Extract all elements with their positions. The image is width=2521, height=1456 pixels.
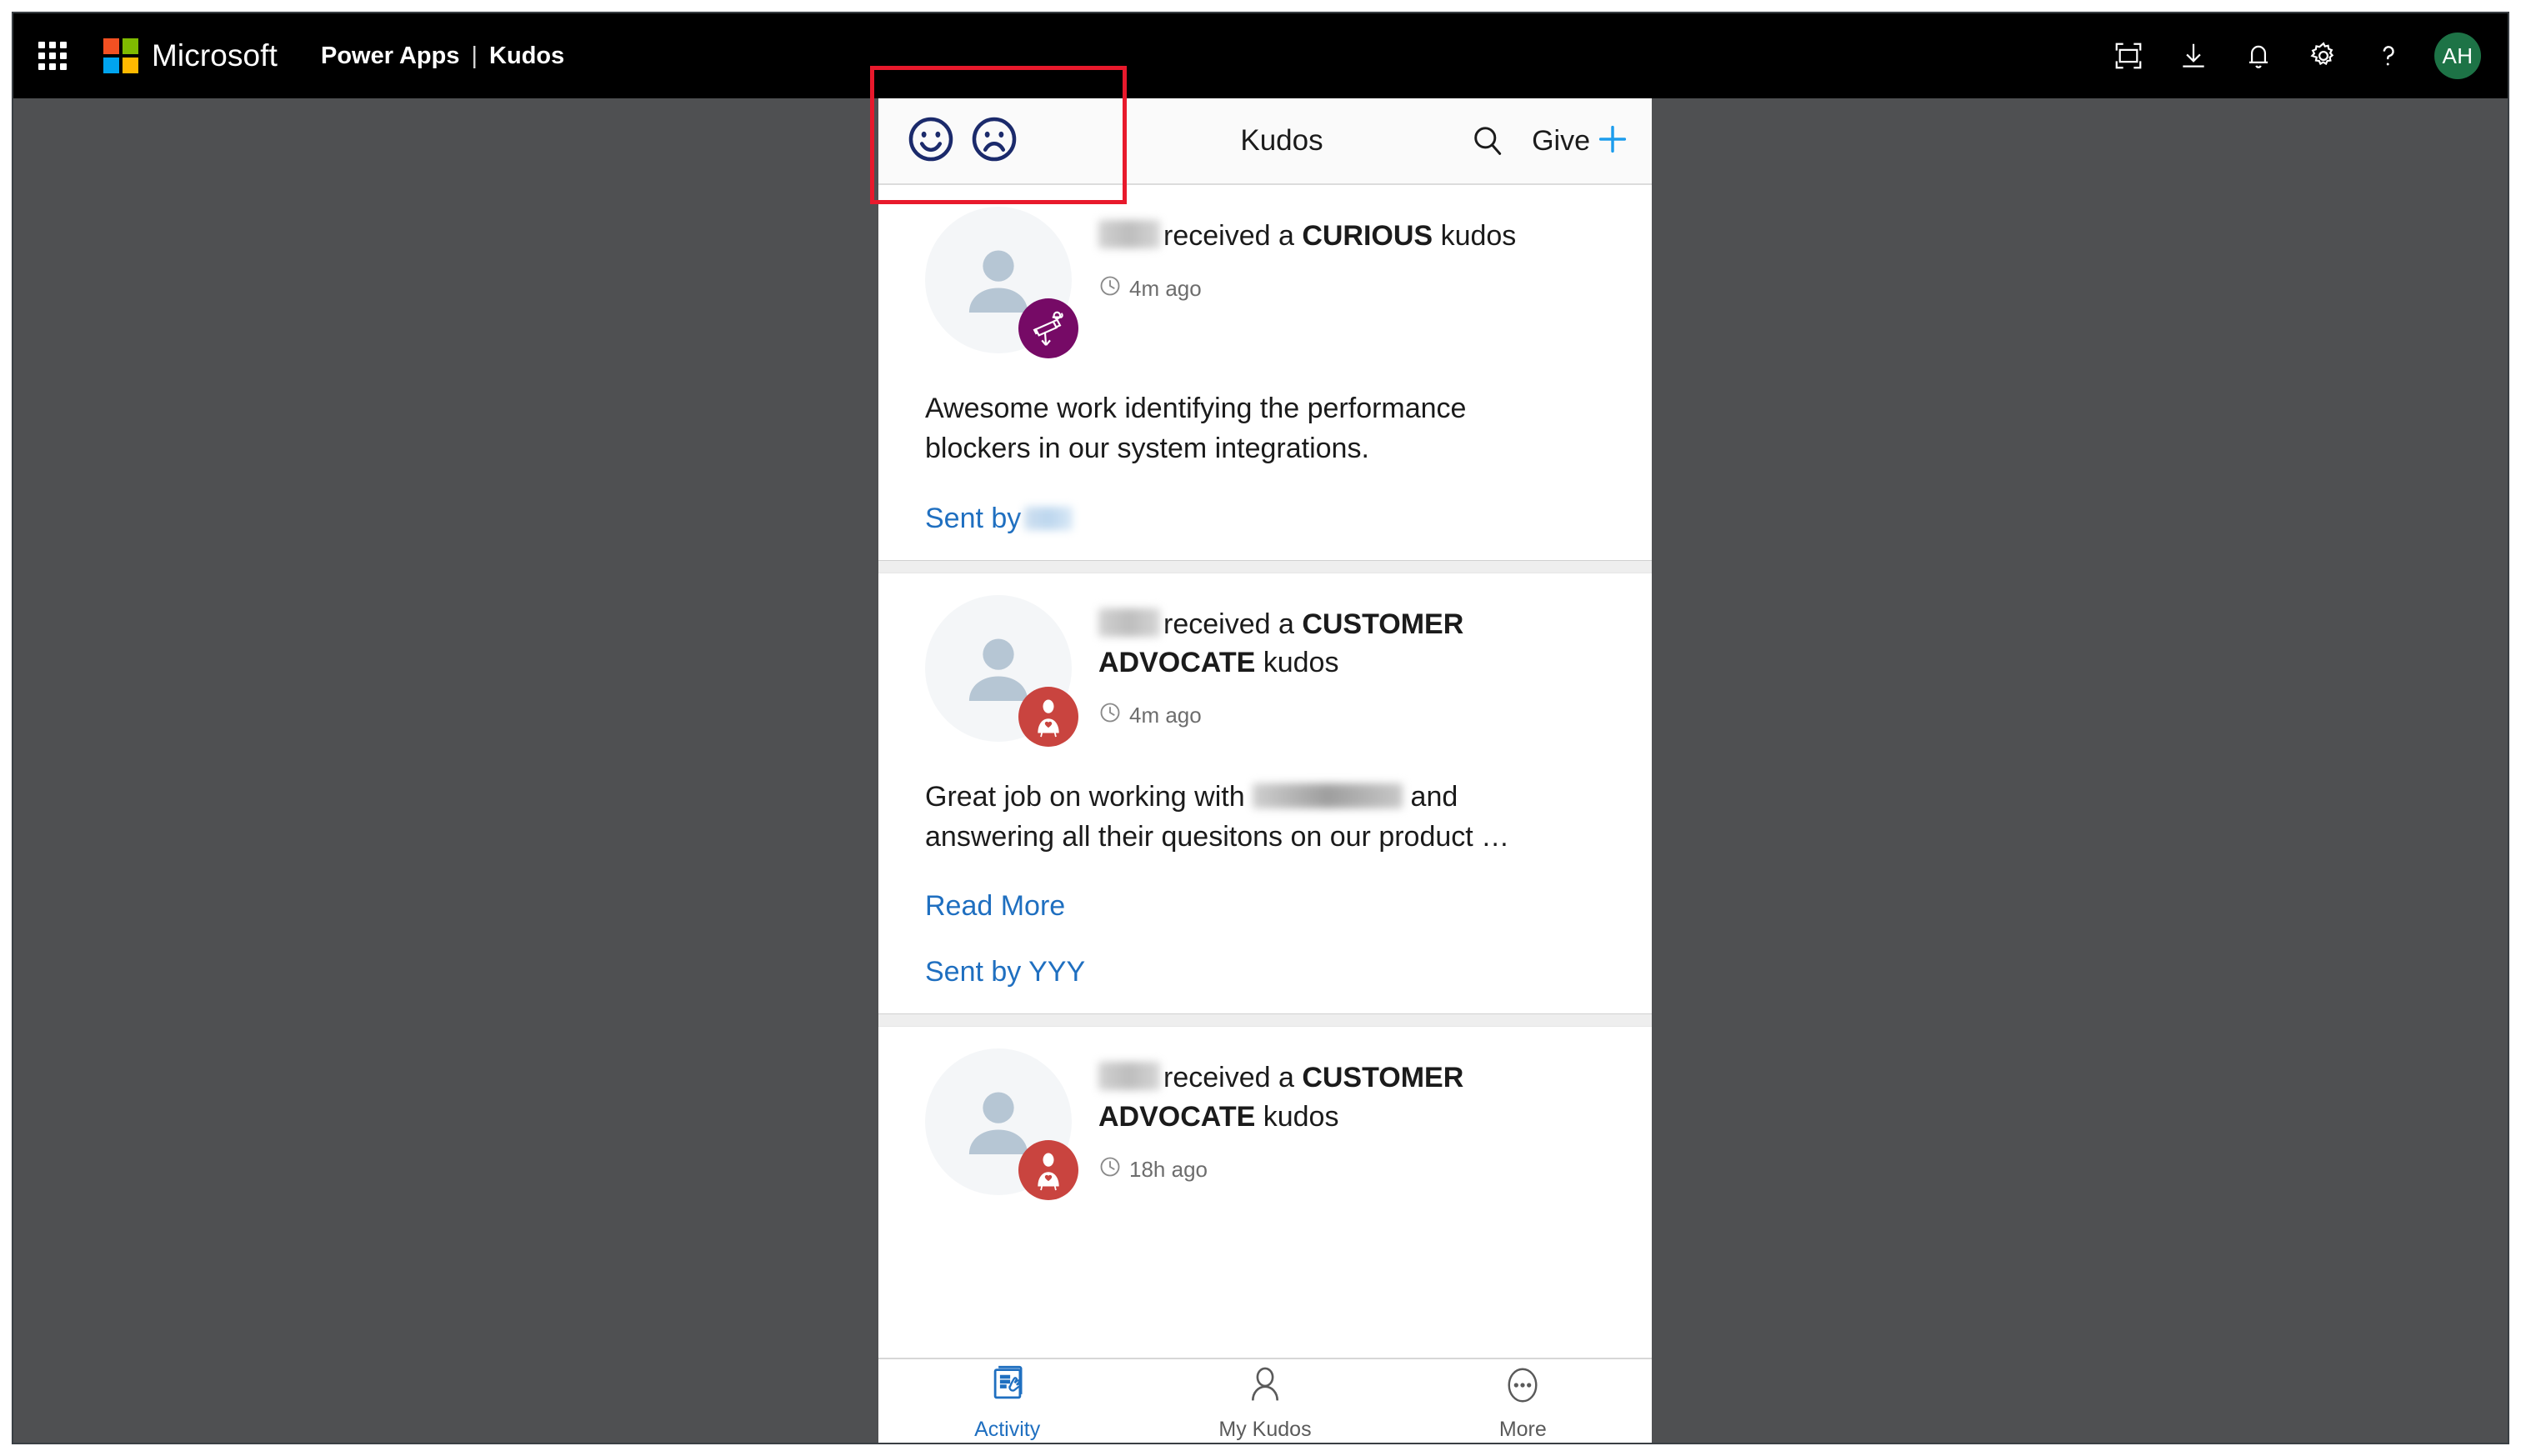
kudos-card-header: received a CURIOUS kudos 4m ago <box>925 207 1605 358</box>
read-more-link[interactable]: Read More <box>925 890 1605 923</box>
timestamp-row: 4m ago <box>1098 701 1605 730</box>
clock-icon <box>1098 1155 1122 1184</box>
ellipsis-icon <box>1499 1362 1546 1413</box>
kudos-card-text: received a CUSTOMER ADVOCATE kudos <box>1072 595 1605 731</box>
bottom-navigation: Activity My Kudos More <box>878 1358 1652 1443</box>
recipient-avatar <box>925 1048 1078 1201</box>
recipient-avatar <box>925 207 1078 358</box>
received-text: received a <box>1163 608 1294 640</box>
search-icon[interactable] <box>1458 112 1517 170</box>
kudos-message: Awesome work identifying the performance… <box>925 393 1467 465</box>
recipient-avatar <box>925 594 1078 747</box>
browser-frame: Microsoft Power Apps | Kudos AH Kudos Gi… <box>12 12 2509 1444</box>
fullscreen-icon[interactable] <box>2096 23 2161 88</box>
plus-icon <box>1593 120 1632 163</box>
nav-label-activity: Activity <box>974 1418 1041 1441</box>
recipient-name-redacted <box>1098 608 1160 637</box>
sent-by-label: Sent by <box>925 502 1022 534</box>
nav-item-more[interactable]: More <box>1394 1359 1652 1443</box>
kudos-card[interactable]: received a CURIOUS kudos 4m ago Awesome … <box>878 185 1652 560</box>
kudos-card[interactable]: received a CUSTOMER ADVOCATE kudos <box>878 1027 1652 1221</box>
card-divider <box>878 1013 1652 1028</box>
help-icon[interactable] <box>2356 23 2421 88</box>
app-canvas: Kudos Give received a CURIOUS kudos 4m a… <box>13 98 2508 1443</box>
sent-by-link[interactable]: Sent by YYY <box>925 956 1605 988</box>
app-launcher-icon[interactable] <box>33 37 72 75</box>
microsoft-wordmark: Microsoft <box>152 38 278 73</box>
smiley-face-icon[interactable] <box>905 113 957 169</box>
suite-bar-actions: AH <box>2096 13 2491 98</box>
app-header-actions: Give <box>1458 112 1640 170</box>
kudos-headline: received a CUSTOMER ADVOCATE kudos <box>1098 605 1605 683</box>
avatar[interactable]: AH <box>2434 33 2481 79</box>
kudos-feed[interactable]: received a CURIOUS kudos 4m ago Awesome … <box>878 185 1652 1358</box>
give-button[interactable]: Give <box>1517 120 1640 163</box>
timestamp: 18h ago <box>1129 1156 1208 1182</box>
nav-label-more: More <box>1498 1418 1547 1441</box>
card-divider <box>878 559 1652 573</box>
gear-icon[interactable] <box>2291 23 2356 88</box>
customer-advocate-icon <box>1018 686 1078 747</box>
kudos-headline: received a CURIOUS kudos <box>1098 217 1605 256</box>
timestamp-row: 4m ago <box>1098 274 1605 303</box>
kudos-card-text: received a CURIOUS kudos 4m ago <box>1072 207 1605 303</box>
sent-by-link[interactable]: Sent by <box>925 503 1605 535</box>
kudos-message: Great job on working with and answering … <box>925 777 1558 858</box>
customer-name-redacted <box>1253 783 1403 808</box>
kudos-suffix: kudos <box>1263 1100 1339 1133</box>
kudos-card[interactable]: received a CUSTOMER ADVOCATE kudos <box>878 573 1652 1014</box>
microsoft-suite-bar: Microsoft Power Apps | Kudos AH <box>13 13 2508 98</box>
received-text: received a <box>1163 220 1294 252</box>
kudos-card-header: received a CUSTOMER ADVOCATE kudos <box>925 1048 1605 1201</box>
give-button-label: Give <box>1532 124 1590 157</box>
timestamp: 4m ago <box>1129 275 1202 301</box>
timestamp: 4m ago <box>1129 703 1202 728</box>
recipient-name-redacted <box>1098 220 1160 248</box>
customer-advocate-icon <box>1018 1140 1078 1201</box>
kudos-app-header: Kudos Give <box>878 98 1652 185</box>
recipient-name-redacted <box>1098 1062 1160 1091</box>
bell-icon[interactable] <box>2226 23 2291 88</box>
received-text: received a <box>1163 1062 1294 1094</box>
breadcrumb-page-name[interactable]: Kudos <box>489 43 564 70</box>
frowny-face-icon[interactable] <box>968 113 1020 169</box>
screenshot-root: Microsoft Power Apps | Kudos AH Kudos Gi… <box>0 0 2521 1456</box>
kudos-suffix: kudos <box>1263 647 1339 679</box>
microsoft-logo-icon <box>103 38 138 73</box>
sender-name-redacted <box>1024 506 1073 530</box>
telescope-icon <box>1018 298 1078 358</box>
breadcrumb-separator: | <box>471 42 478 69</box>
timestamp-row: 18h ago <box>1098 1155 1605 1184</box>
mood-face-buttons <box>905 113 1020 169</box>
kudos-app-panel: Kudos Give received a CURIOUS kudos 4m a… <box>878 98 1652 1443</box>
person-icon <box>1242 1362 1288 1413</box>
nav-label-my-kudos: My Kudos <box>1218 1418 1312 1441</box>
kudos-card-text: received a CUSTOMER ADVOCATE kudos <box>1072 1048 1605 1184</box>
kudos-card-header: received a CUSTOMER ADVOCATE kudos <box>925 594 1605 747</box>
breadcrumb: Power Apps | Kudos <box>321 43 564 70</box>
nav-item-activity[interactable]: Activity <box>878 1359 1136 1443</box>
download-icon[interactable] <box>2161 23 2226 88</box>
clock-icon <box>1098 274 1122 303</box>
breadcrumb-app-name[interactable]: Power Apps <box>321 43 460 70</box>
kudos-message-before: Great job on working with <box>925 780 1245 813</box>
kudos-suffix: kudos <box>1440 220 1517 252</box>
kudos-headline: received a CUSTOMER ADVOCATE kudos <box>1098 1058 1605 1137</box>
activity-feed-icon <box>984 1362 1031 1413</box>
kudos-type: CURIOUS <box>1302 220 1433 252</box>
nav-item-my-kudos[interactable]: My Kudos <box>1136 1359 1393 1443</box>
clock-icon <box>1098 701 1122 730</box>
